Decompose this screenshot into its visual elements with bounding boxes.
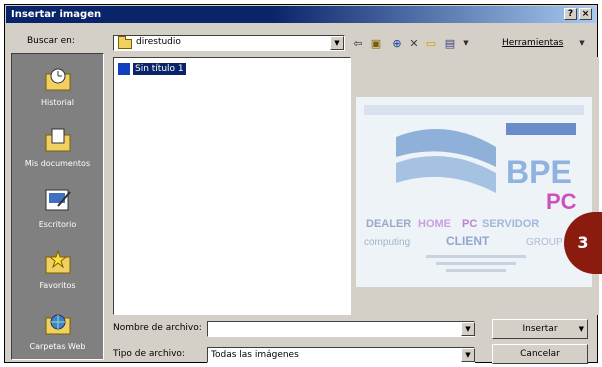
cancel-button[interactable]: Cancelar: [492, 344, 588, 364]
insert-image-dialog: Insertar imagen ? × Buscar en: direstudi…: [4, 4, 599, 364]
preview-logo-text: BPE: [506, 154, 572, 190]
preview-image: BPE PC DEALER HOME PC SERVIDOR computing…: [356, 97, 592, 287]
places-history[interactable]: Historial: [12, 58, 103, 118]
file-name: Sin título 1: [133, 63, 186, 75]
places-desktop[interactable]: Escritorio: [12, 180, 103, 240]
filename-dropdown-button[interactable]: ▼: [461, 322, 475, 336]
filetype-label: Tipo de archivo:: [113, 349, 185, 359]
places-my-documents-label: Mis documentos: [24, 159, 91, 168]
filename-input[interactable]: [207, 321, 475, 337]
title-bar[interactable]: Insertar imagen ? ×: [6, 6, 596, 23]
places-my-documents[interactable]: Mis documentos: [12, 119, 103, 179]
places-favorites[interactable]: Favoritos: [12, 241, 103, 301]
preview-word: HOME: [418, 218, 451, 230]
search-web-icon[interactable]: ⊕: [389, 36, 405, 51]
preview-pane: BPE PC DEALER HOME PC SERVIDOR computing…: [351, 57, 599, 315]
views-icon[interactable]: ▤: [442, 36, 458, 51]
insert-label: Insertar: [522, 324, 558, 334]
preview-word: PC: [462, 218, 477, 230]
preview-word: CLIENT: [446, 234, 490, 248]
preview-word: SERVIDOR: [482, 218, 539, 230]
look-in-dropdown-button[interactable]: ▼: [330, 36, 344, 50]
places-favorites-label: Favoritos: [39, 281, 76, 290]
filename-label: Nombre de archivo:: [113, 323, 202, 333]
history-icon: [45, 68, 71, 91]
places-web-folders-label: Carpetas Web: [29, 342, 86, 351]
favorites-icon: [45, 249, 71, 274]
filetype-select[interactable]: Todas las imágenes: [207, 347, 475, 363]
preview-word: GROUP: [526, 237, 563, 248]
preview-word: DEALER: [366, 218, 411, 230]
preview-word: computing: [364, 237, 410, 248]
web-folders-icon: [45, 314, 71, 335]
places-bar: Historial Mis documentos Escritorio Favo…: [11, 53, 104, 360]
places-history-label: Historial: [40, 98, 75, 107]
tools-menu-button[interactable]: Herramientas: [502, 38, 563, 48]
help-button[interactable]: ?: [564, 8, 577, 20]
look-in-value: direstudio: [136, 37, 181, 47]
preview-sub-text: PC: [546, 189, 577, 214]
back-arrow-icon[interactable]: ⇦: [350, 36, 366, 51]
dialog-title: Insertar imagen: [11, 9, 102, 20]
look-in-select[interactable]: direstudio ▼: [113, 35, 345, 51]
filetype-dropdown-button[interactable]: ▼: [461, 348, 475, 362]
delete-icon[interactable]: ✕: [406, 36, 422, 51]
file-list[interactable]: Sin título 1: [113, 57, 351, 315]
places-desktop-label: Escritorio: [38, 220, 77, 229]
tools-dropdown-icon[interactable]: ▼: [574, 36, 590, 51]
new-folder-icon[interactable]: ▭: [423, 36, 439, 51]
insert-dropdown-icon[interactable]: ▼: [579, 320, 584, 338]
look-in-label: Buscar en:: [27, 36, 75, 46]
views-dropdown-icon[interactable]: ▼: [458, 36, 474, 51]
desktop-icon: [45, 189, 71, 211]
insert-button[interactable]: Insertar ▼: [492, 319, 588, 339]
folder-icon: [118, 36, 132, 49]
my-documents-icon: [45, 128, 71, 152]
image-file-icon: [118, 63, 130, 75]
places-web-folders[interactable]: Carpetas Web: [12, 302, 103, 362]
up-folder-icon[interactable]: ▣: [368, 36, 384, 51]
close-button[interactable]: ×: [579, 8, 592, 20]
